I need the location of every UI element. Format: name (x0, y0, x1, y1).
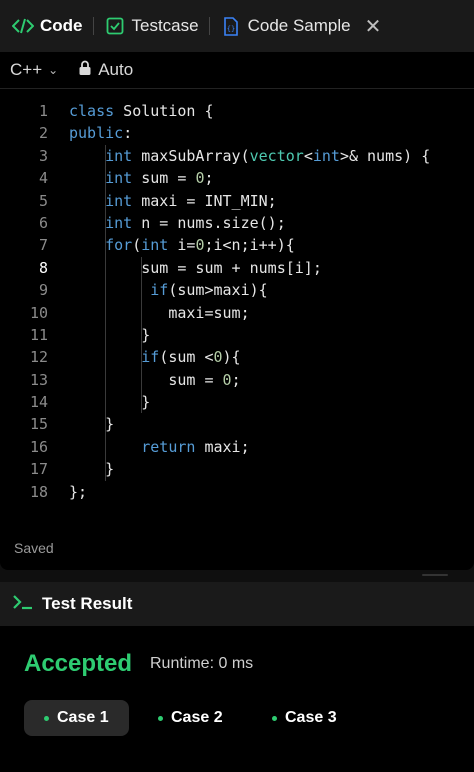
verdict-label: Accepted (24, 650, 133, 677)
result-panel: Test Result Accepted Runtime: 0 ms Case … (0, 582, 474, 772)
code-text: int maxSubArray(vector<int>& nums) { (105, 146, 431, 165)
mode-value: Auto (98, 60, 134, 79)
code-text: } (69, 460, 115, 479)
line-number: 4 (38, 169, 48, 188)
line-number: 16 (29, 437, 48, 456)
line-number: 13 (29, 370, 48, 389)
case-tab-3[interactable]: Case 3 (252, 700, 357, 736)
code-line[interactable]: 3 int maxSubArray(vector<int>& nums) { (0, 144, 474, 168)
code-line[interactable]: 12 if(sum <0){ (0, 346, 474, 369)
save-status: Saved (14, 540, 54, 556)
code-text: }; (69, 482, 88, 501)
code-text: for(int i=0;i<n;i++){ (105, 236, 295, 255)
code-text: if(sum <0){ (141, 348, 241, 367)
tab-testcase-label: Testcase (131, 16, 199, 35)
line-number: 9 (38, 281, 48, 300)
line-number: 12 (29, 348, 48, 367)
line-number: 10 (29, 303, 48, 322)
chevron-down-icon: ⌄ (48, 63, 59, 77)
line-number: 3 (38, 146, 48, 165)
line-number: 6 (38, 213, 48, 232)
editor-toolbar: C++ ⌄ Auto (0, 52, 474, 89)
auto-mode-toggle[interactable]: Auto (78, 60, 133, 81)
terminal-icon (12, 593, 34, 616)
case-tab-2[interactable]: Case 2 (138, 700, 243, 736)
line-number: 17 (29, 460, 48, 479)
code-line[interactable]: 13 sum = 0; (0, 368, 474, 392)
case-label: Case 1 (57, 709, 109, 726)
tab-code[interactable]: Code (0, 0, 91, 52)
tab-bar: Code Testcase {} Code Sample ✕ (0, 0, 474, 52)
code-icon (12, 15, 34, 37)
line-number: 2 (38, 124, 48, 143)
case-tab-1[interactable]: Case 1 (24, 700, 129, 736)
language-select[interactable]: C++ ⌄ (10, 60, 58, 80)
code-editor[interactable]: 1 class Solution {2 public: 3 int maxSubArr… (0, 100, 474, 503)
line-number: 1 (38, 102, 48, 120)
checkbox-icon (104, 15, 126, 37)
line-number: 11 (29, 325, 48, 344)
code-line[interactable]: 15 } (0, 413, 474, 436)
code-text: sum = 0; (69, 370, 241, 389)
code-text: } (69, 325, 151, 344)
code-line[interactable]: 17 } (0, 458, 474, 481)
tab-testcase[interactable]: Testcase (96, 0, 207, 52)
svg-text:{}: {} (226, 25, 234, 33)
code-text: sum = sum + nums[i]; (69, 258, 322, 277)
tab-code-sample[interactable]: {} Code Sample ✕ (212, 0, 390, 52)
code-line[interactable]: 2 public: (0, 122, 474, 144)
case-label: Case 2 (171, 709, 223, 726)
code-text: int n = nums.size(); (105, 213, 286, 232)
code-text: if(sum>maxi){ (150, 281, 268, 300)
code-line[interactable]: 9 if(sum>maxi){ (0, 279, 474, 302)
line-number: 8 (38, 258, 48, 277)
code-line[interactable]: 11 } (0, 323, 474, 347)
status-dot (158, 715, 163, 721)
line-number: 7 (38, 236, 48, 255)
case-label: Case 3 (285, 709, 337, 726)
code-line[interactable]: 18}; (0, 481, 474, 503)
tab-code-label: Code (40, 16, 83, 35)
line-number: 5 (38, 191, 48, 210)
lock-icon (78, 60, 92, 81)
tab-divider (208, 17, 210, 35)
language-value: C++ (10, 60, 43, 79)
code-text: int sum = 0; (105, 169, 214, 188)
editor-panel: Code Testcase {} Code Sample ✕ C++ ⌄ Aut… (0, 0, 474, 570)
code-line[interactable]: 8 sum = sum + nums[i]; (0, 256, 474, 280)
result-header: Test Result (0, 582, 474, 626)
code-line[interactable]: 14 } (0, 391, 474, 414)
code-text: } (69, 393, 151, 412)
close-icon[interactable]: ✕ (365, 14, 382, 39)
line-number: 18 (29, 482, 48, 501)
code-text: class Solution { (69, 102, 214, 120)
code-line[interactable]: 4 int sum = 0; (0, 167, 474, 190)
code-line[interactable]: 7 for(int i=0;i<n;i++){ (0, 234, 474, 257)
file-code-icon: {} (220, 15, 242, 37)
code-line[interactable]: 6 int n = nums.size(); (0, 211, 474, 235)
resize-handle[interactable] (422, 574, 448, 576)
code-line[interactable]: 5 int maxi = INT_MIN; (0, 189, 474, 212)
code-text: maxi=sum; (69, 303, 250, 322)
tab-code-sample-label: Code Sample (247, 16, 351, 35)
runtime-label: Runtime: 0 ms (150, 655, 254, 672)
line-number: 15 (29, 415, 48, 434)
code-text: return maxi; (141, 437, 250, 456)
status-dot (272, 715, 277, 721)
line-number: 14 (29, 393, 48, 412)
tab-divider (92, 17, 94, 35)
status-dot (44, 715, 49, 721)
code-text: public: (69, 124, 133, 143)
result-title: Test Result (42, 594, 133, 613)
code-text: int maxi = INT_MIN; (105, 191, 277, 210)
code-line[interactable]: 16 return maxi; (0, 435, 474, 459)
code-line[interactable]: 1 class Solution { (0, 100, 474, 122)
code-text: } (69, 415, 115, 434)
code-line[interactable]: 10 maxi=sum; (0, 301, 474, 324)
